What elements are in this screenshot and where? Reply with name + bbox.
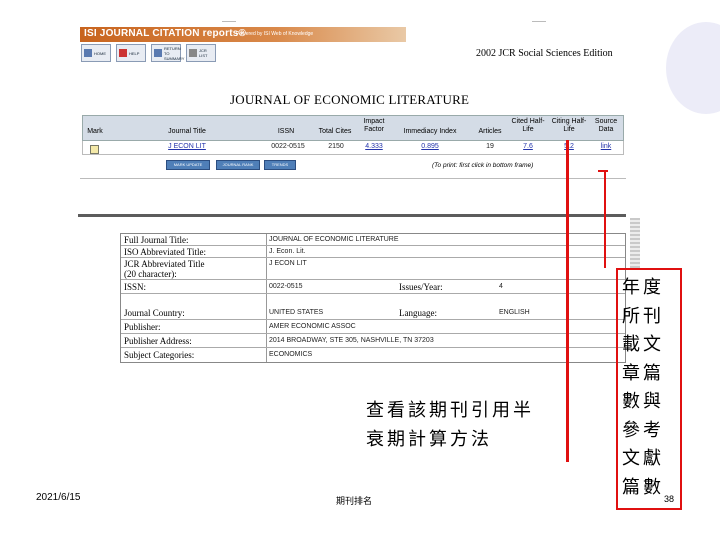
publisher-value: AMER ECONOMIC ASSOC xyxy=(269,323,356,330)
summary-icon xyxy=(154,49,162,57)
frame-divider xyxy=(80,178,626,179)
issn-label: ISSN: xyxy=(124,282,147,292)
journal-title-link[interactable]: J ECON LIT xyxy=(162,143,212,150)
jcr-title-label-line2: (20 character): xyxy=(124,269,177,279)
trends-button[interactable]: TRENDS xyxy=(264,160,296,170)
details-row: JCR Abbreviated Title (20 character): J … xyxy=(121,258,625,280)
journal-rank-button[interactable]: JOURNAL RANK xyxy=(216,160,260,170)
col-header-immediacy-index: Immediacy Index xyxy=(403,128,457,135)
issn-cell: 0022-0515 xyxy=(271,143,305,150)
slide-footer-title: 期刊排名 xyxy=(336,497,373,507)
publisher-address-value: 2014 BROADWAY, STE 305, NASHVILLE, TN 37… xyxy=(269,337,434,344)
total-cites-cell: 2150 xyxy=(328,143,344,150)
print-note: (To print: first click in bottom frame) xyxy=(432,162,534,169)
language-value: ENGLISH xyxy=(499,309,530,316)
language-label: Language: xyxy=(399,308,437,318)
jcr-list-button[interactable]: JCR LIST xyxy=(186,44,216,62)
slide-page-number: 38 xyxy=(664,494,675,504)
details-row: Journal Country: UNITED STATES Language:… xyxy=(121,294,625,320)
list-icon xyxy=(189,49,197,57)
return-to-summary-button[interactable]: RETURN TO SUMMARY xyxy=(151,44,185,62)
issues-year-label: Issues/Year: xyxy=(399,282,443,292)
home-button-label: HOME xyxy=(94,50,106,56)
col-header-issn: ISSN xyxy=(277,128,295,135)
annotation-line-source-data xyxy=(604,170,606,268)
frame-separator[interactable] xyxy=(78,214,626,217)
publisher-label: Publisher: xyxy=(124,322,161,332)
cited-half-life-link[interactable]: 7.6 xyxy=(510,143,546,150)
powered-by-text: Powered by ISI Web of Knowledge xyxy=(236,31,314,37)
issues-year-value: 4 xyxy=(499,283,503,290)
publisher-address-label: Publisher Address: xyxy=(124,336,192,346)
edition-label: 2002 JCR Social Sciences Edition xyxy=(476,48,613,59)
details-row: Full Journal Title: JOURNAL OF ECONOMIC … xyxy=(121,234,625,246)
home-icon xyxy=(84,49,92,57)
col-header-articles: Articles xyxy=(478,128,502,135)
annotation-line-cited-half-life xyxy=(566,140,569,462)
jcr-title-label-line1: JCR Abbreviated Title xyxy=(124,259,205,269)
immediacy-index-link[interactable]: 0.895 xyxy=(402,143,458,150)
list-button-label: JCR LIST xyxy=(199,48,208,58)
col-header-journal-title: Journal Title xyxy=(168,128,206,135)
journal-title-heading: JOURNAL OF ECONOMIC LITERATURE xyxy=(230,92,470,107)
scrollbar[interactable] xyxy=(630,218,640,268)
iso-title-label: ISO Abbreviated Title: xyxy=(124,247,207,257)
help-button[interactable]: HELP xyxy=(116,44,146,62)
details-row: Subject Categories: ECONOMICS xyxy=(121,348,625,362)
jcr-title-value: J ECON LIT xyxy=(269,260,307,267)
top-tick xyxy=(532,21,546,22)
mark-update-button[interactable]: MARK UPDATE xyxy=(166,160,210,170)
half-life-callout: 查看該期刊引用半 衰期計算方法 xyxy=(366,396,534,454)
col-header-source-data: Source Data xyxy=(594,118,618,133)
help-icon xyxy=(119,49,127,57)
help-button-label: HELP xyxy=(129,50,140,56)
col-header-cited-half-life: Cited Half-Life xyxy=(511,118,545,133)
impact-factor-link[interactable]: 4.333 xyxy=(358,143,390,150)
source-data-callout-text: 年度所刊載文章篇數與參考文獻篇數 xyxy=(622,277,664,498)
citing-half-life-link[interactable]: 5.2 xyxy=(550,143,588,150)
full-title-value: JOURNAL OF ECONOMIC LITERATURE xyxy=(269,236,399,243)
articles-cell: 19 xyxy=(486,143,494,150)
country-label: Journal Country: xyxy=(124,308,185,318)
journal-details-table: Full Journal Title: JOURNAL OF ECONOMIC … xyxy=(120,233,626,363)
subject-categories-value: ECONOMICS xyxy=(269,351,313,358)
iso-title-value: J. Econ. Lit. xyxy=(269,248,306,255)
half-life-callout-line2: 衰期計算方法 xyxy=(366,429,492,450)
banner-title: ISI JOURNAL CITATION reports® xyxy=(84,28,247,39)
top-tick xyxy=(222,21,236,22)
full-title-label: Full Journal Title: xyxy=(124,235,189,245)
slide-date: 2021/6/15 xyxy=(36,492,81,503)
details-row: Publisher Address: 2014 BROADWAY, STE 30… xyxy=(121,334,625,348)
half-life-callout-line1: 查看該期刊引用半 xyxy=(366,400,534,421)
issn-value: 0022-0515 xyxy=(269,283,303,290)
source-data-callout: 年度所刊載文章篇數與參考文獻篇數 xyxy=(616,268,682,510)
col-header-total-cites: Total Cites xyxy=(318,128,352,135)
details-row: ISO Abbreviated Title: J. Econ. Lit. xyxy=(121,246,625,258)
summary-button-label: RETURN TO SUMMARY xyxy=(164,45,185,61)
col-header-mark: Mark xyxy=(87,128,103,135)
annotation-line-source-data-hook xyxy=(598,170,608,172)
col-header-citing-half-life: Citing Half-Life xyxy=(551,118,587,133)
decorative-circle xyxy=(666,22,720,114)
mark-checkbox[interactable] xyxy=(90,145,99,154)
home-button[interactable]: HOME xyxy=(81,44,111,62)
details-row: Publisher: AMER ECONOMIC ASSOC xyxy=(121,320,625,334)
country-value: UNITED STATES xyxy=(269,309,324,316)
details-row: ISSN: 0022-0515 Issues/Year: 4 xyxy=(121,280,625,294)
col-header-impact-factor: Impact Factor xyxy=(363,118,385,133)
subject-categories-label: Subject Categories: xyxy=(124,350,195,360)
source-data-link[interactable]: link xyxy=(590,143,622,150)
